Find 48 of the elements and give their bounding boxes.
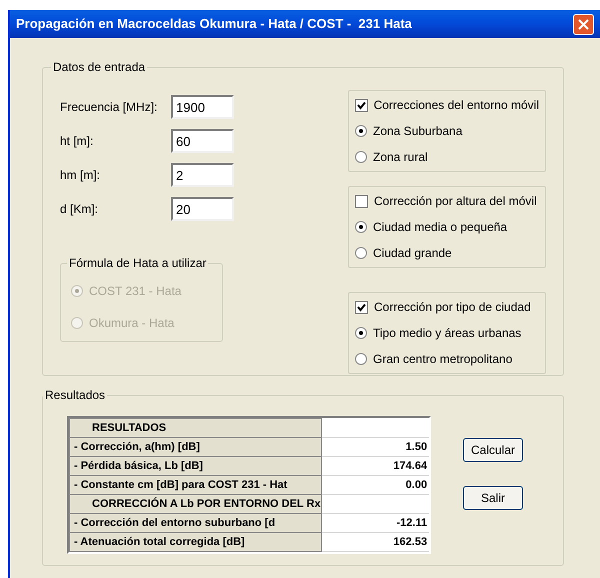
radio-selected-icon[interactable] [355, 125, 367, 137]
input-field[interactable]: 2 [171, 163, 234, 187]
radio-selected-icon[interactable] [355, 221, 367, 233]
close-button[interactable] [573, 14, 594, 34]
action-button[interactable]: Salir [463, 486, 523, 510]
radio-label: Okumura - Hata [89, 315, 174, 332]
field-label: Frecuencia [MHz]: [60, 99, 158, 116]
input-field[interactable]: 60 [171, 129, 234, 153]
radio-icon[interactable] [355, 247, 367, 259]
checkbox-checked[interactable] [355, 98, 368, 112]
window-title: Propagación en Macroceldas Okumura - Hata / COST - 231 Hata [16, 15, 412, 34]
field-label: hm [m]: [60, 167, 102, 184]
radio-icon[interactable] [355, 151, 367, 163]
checkbox-label: Corrección por altura del móvil [374, 193, 537, 210]
input-field[interactable]: 20 [171, 197, 234, 221]
radio-label: Zona Suburbana [373, 123, 462, 140]
table-cell: - Pérdida básica, Lb [dB] [70, 456, 322, 476]
group-title: Datos de entrada [52, 59, 146, 76]
radio-label: Zona rural [373, 149, 428, 166]
table-cell: RESULTADOS [70, 418, 322, 438]
radio-label: Gran centro metropolitano [373, 351, 512, 368]
action-button[interactable]: Calcular [463, 438, 523, 462]
radio-selected-icon[interactable] [355, 327, 367, 339]
checkbox[interactable] [355, 194, 368, 208]
table-cell: 162.53 [321, 532, 430, 552]
radio-label: Ciudad media o pequeña [373, 219, 508, 236]
radio-label: Tipo medio y áreas urbanas [373, 325, 522, 342]
table-cell: - Atenuación total corregida [dB] [70, 532, 322, 552]
checkbox-checked[interactable] [355, 300, 368, 314]
table-cell: 174.64 [321, 456, 430, 476]
table-cell: -12.11 [321, 514, 430, 532]
table-cell: - Constante cm [dB] para COST 231 - Hat [70, 476, 322, 494]
checkbox-label: Corrección por tipo de ciudad [374, 299, 531, 316]
table-cell: - Corrección del entorno suburbano [d [70, 514, 322, 532]
table-cell: - Corrección, a(hm) [dB] [70, 438, 322, 456]
close-icon [578, 18, 589, 30]
group-title: Fórmula de Hata a utilizar [68, 255, 208, 272]
table-cell: 1.50 [321, 438, 430, 456]
group-title: Resultados [44, 387, 106, 404]
input-field[interactable]: 1900 [171, 95, 234, 119]
checkbox-label: Correcciones del entorno móvil [374, 97, 539, 114]
radio-icon[interactable] [355, 353, 367, 365]
radio-label: Ciudad grande [373, 245, 452, 262]
radio-label: COST 231 - Hata [89, 283, 182, 300]
table-cell: CORRECCIÓN A Lb POR ENTORNO DEL Rx [70, 494, 322, 514]
table-cell: 0.00 [321, 476, 430, 494]
field-label: ht [m]: [60, 133, 94, 150]
field-label: d [Km]: [60, 201, 100, 218]
